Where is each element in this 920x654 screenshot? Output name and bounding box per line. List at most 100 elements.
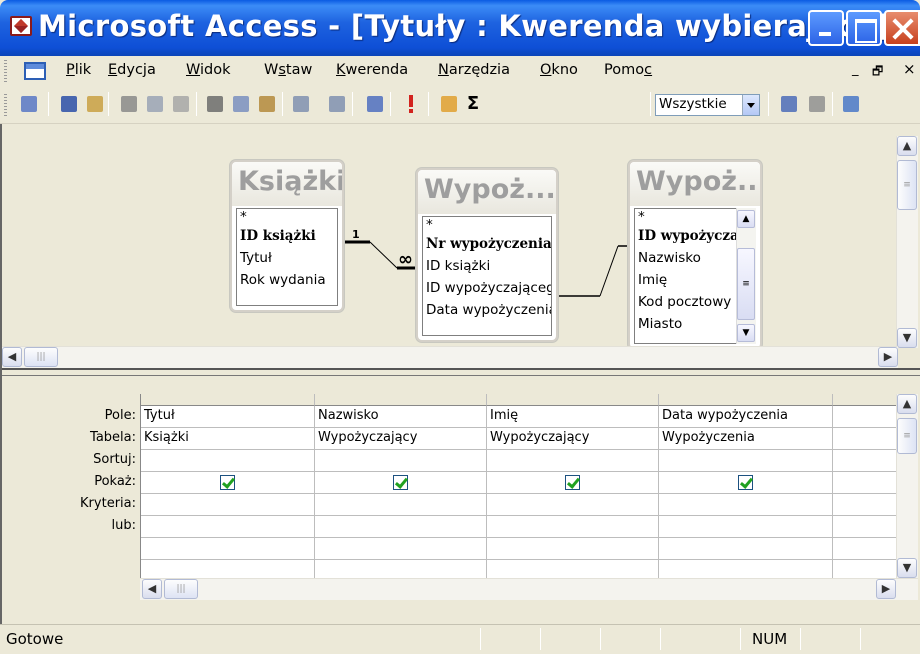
scroll-up-icon[interactable]: ▲ bbox=[897, 136, 917, 156]
grid-cell-empty[interactable] bbox=[833, 406, 897, 428]
scroll-up-icon[interactable]: ▲ bbox=[897, 394, 917, 414]
scroll-left-icon[interactable]: ◀ bbox=[142, 579, 162, 599]
scrollbar-thumb[interactable]: ||| bbox=[164, 579, 198, 599]
show-checkbox[interactable] bbox=[565, 475, 580, 490]
grid-cell-empty[interactable] bbox=[833, 516, 897, 538]
table-box-loans[interactable]: Wypoż... * Nr wypożyczenia ID książki ID wy… bbox=[416, 168, 558, 342]
column-selector[interactable] bbox=[487, 394, 659, 406]
field-item[interactable]: Imię bbox=[635, 269, 737, 291]
status-divider bbox=[480, 628, 481, 650]
scrollbar-thumb[interactable]: ≡ bbox=[897, 418, 917, 454]
scroll-right-icon[interactable]: ▶ bbox=[878, 347, 898, 367]
table-title[interactable]: Wypoż... bbox=[418, 170, 556, 214]
table-box-books[interactable]: Książki * ID książki Tytuł Rok wydania bbox=[230, 160, 344, 312]
grid-cell-sort[interactable] bbox=[315, 450, 487, 472]
grid-cell-table[interactable]: Wypożyczenia bbox=[659, 428, 833, 450]
scroll-down-icon[interactable]: ▼ bbox=[897, 328, 917, 348]
grid-cell-field[interactable]: Data wypożyczenia bbox=[659, 406, 833, 428]
grid-cell-empty[interactable] bbox=[659, 538, 833, 560]
pane-splitter[interactable] bbox=[2, 368, 920, 376]
scrollbar-thumb[interactable]: ≡ bbox=[737, 248, 755, 320]
field-item[interactable]: Nazwisko bbox=[635, 247, 737, 269]
grid-cell-criteria[interactable] bbox=[487, 494, 659, 516]
grid-cell-criteria[interactable] bbox=[659, 494, 833, 516]
grid-cell-field[interactable]: Nazwisko bbox=[315, 406, 487, 428]
grid-cell-criteria[interactable] bbox=[315, 494, 487, 516]
show-checkbox[interactable] bbox=[738, 475, 753, 490]
table-box-borrowers[interactable]: Wypoż... *ID wypożyczającegoNazwiskoImię… bbox=[628, 160, 762, 350]
field-item[interactable]: * bbox=[237, 209, 337, 225]
field-item[interactable]: ID książki bbox=[237, 225, 337, 247]
grid-row-label: lub: bbox=[111, 518, 136, 533]
column-selector[interactable] bbox=[315, 394, 487, 406]
grid-vscroll[interactable]: ▲ ≡ ▼ bbox=[896, 394, 918, 578]
scrollbar-thumb[interactable]: ||| bbox=[24, 347, 58, 367]
grid-cell-field[interactable]: Imię bbox=[487, 406, 659, 428]
grid-cell-table[interactable]: Książki bbox=[141, 428, 315, 450]
grid-cell-empty[interactable] bbox=[141, 538, 315, 560]
field-item[interactable]: Data wypożyczenia bbox=[423, 299, 551, 321]
grid-cell-empty[interactable] bbox=[833, 428, 897, 450]
grid-cell-empty[interactable] bbox=[487, 538, 659, 560]
table-title[interactable]: Wypoż... bbox=[630, 162, 760, 206]
field-list: * Nr wypożyczenia ID książki ID wypożyczają… bbox=[422, 216, 552, 336]
grid-cell-empty[interactable] bbox=[315, 538, 487, 560]
scroll-left-icon[interactable]: ◀ bbox=[2, 347, 22, 367]
grid-cell-empty[interactable] bbox=[833, 472, 897, 494]
grid-cell-criteria[interactable] bbox=[141, 494, 315, 516]
grid-cell-or[interactable] bbox=[315, 516, 487, 538]
grid-cell-empty[interactable] bbox=[833, 494, 897, 516]
grid-cell-or[interactable] bbox=[659, 516, 833, 538]
field-item[interactable]: Miasto bbox=[635, 313, 737, 335]
scroll-right-icon[interactable]: ▶ bbox=[876, 579, 896, 599]
field-list-scrollbar[interactable]: ▲ ≡ ▼ bbox=[736, 208, 756, 344]
grid-hscroll[interactable]: ◀ ||| ▶ bbox=[140, 578, 918, 600]
column-selector[interactable] bbox=[833, 394, 897, 406]
grid-row-label: Tabela: bbox=[90, 430, 136, 445]
table-pane-vscroll[interactable]: ▲ ≡ ▼ bbox=[896, 136, 918, 348]
grid-cell-empty[interactable] bbox=[833, 538, 897, 560]
field-item[interactable]: ID książki bbox=[423, 255, 551, 277]
status-divider bbox=[740, 628, 741, 650]
grid-cell-sort[interactable] bbox=[141, 450, 315, 472]
column-selector[interactable] bbox=[659, 394, 833, 406]
scroll-up-icon[interactable]: ▲ bbox=[737, 210, 755, 228]
show-cell[interactable] bbox=[659, 472, 833, 494]
show-checkbox[interactable] bbox=[220, 475, 235, 490]
table-pane-hscroll[interactable]: ◀ ||| ▶ bbox=[2, 346, 898, 368]
column-selector[interactable] bbox=[141, 394, 315, 406]
grid-cell-or[interactable] bbox=[141, 516, 315, 538]
status-divider bbox=[800, 628, 801, 650]
field-item[interactable]: * bbox=[635, 209, 737, 225]
scroll-down-icon[interactable]: ▼ bbox=[737, 324, 755, 342]
grid-cell-table[interactable]: Wypożyczający bbox=[315, 428, 487, 450]
field-item[interactable]: Rok wydania bbox=[237, 269, 337, 291]
table-title[interactable]: Książki bbox=[232, 162, 342, 206]
grid-cell-sort[interactable] bbox=[487, 450, 659, 472]
show-cell[interactable] bbox=[315, 472, 487, 494]
field-item[interactable]: ID wypożyczającego bbox=[635, 225, 737, 247]
field-item[interactable]: Kod pocztowy bbox=[635, 291, 737, 313]
scroll-down-icon[interactable]: ▼ bbox=[897, 558, 917, 578]
grid-cell-table[interactable]: Wypożyczający bbox=[487, 428, 659, 450]
relationship-borrowers-loans[interactable] bbox=[558, 245, 632, 297]
status-divider bbox=[600, 628, 601, 650]
grid-cell-field[interactable]: Tytuł bbox=[141, 406, 315, 428]
field-item[interactable]: ID wypożyczającego bbox=[423, 277, 551, 299]
grid-cell-empty[interactable] bbox=[833, 450, 897, 472]
grid-cell-or[interactable] bbox=[487, 516, 659, 538]
grid-cell-sort[interactable] bbox=[659, 450, 833, 472]
status-divider bbox=[860, 628, 861, 650]
scrollbar-thumb[interactable]: ≡ bbox=[897, 160, 917, 210]
grid-row-label: Pole: bbox=[104, 408, 136, 423]
field-item[interactable]: Nr wypożyczenia bbox=[423, 233, 551, 255]
field-item[interactable]: Tytuł bbox=[237, 247, 337, 269]
status-divider bbox=[540, 628, 541, 650]
show-cell[interactable] bbox=[141, 472, 315, 494]
field-list: * ID książki Tytuł Rok wydania bbox=[236, 208, 338, 306]
field-item[interactable]: * bbox=[423, 217, 551, 233]
one-side-label: 1 bbox=[352, 228, 360, 241]
show-cell[interactable] bbox=[487, 472, 659, 494]
show-checkbox[interactable] bbox=[393, 475, 408, 490]
design-grid: Tytuł Książki Nazwisko Wypożyczający Imię Wyp… bbox=[140, 394, 897, 582]
